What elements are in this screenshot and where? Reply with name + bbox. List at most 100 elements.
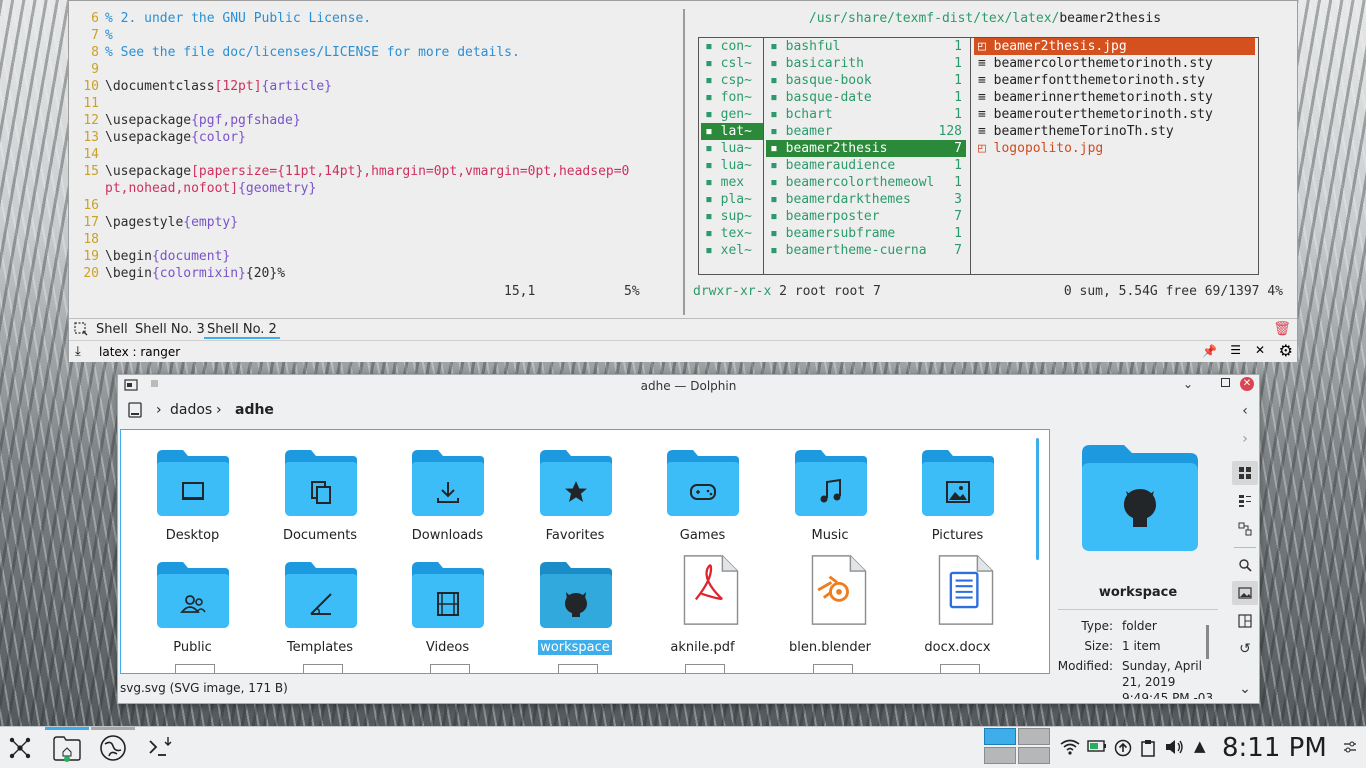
ranger-current-item[interactable]: ▪ beamer2thesis 7 — [766, 140, 966, 157]
ranger-parent-item[interactable]: ▪ gen~ — [701, 106, 763, 123]
compact-view-button[interactable] — [1232, 489, 1258, 513]
updates-icon[interactable] — [1114, 739, 1132, 761]
breadcrumb-dados[interactable]: dados — [170, 402, 212, 418]
split-view-icon[interactable] — [1232, 609, 1258, 633]
ranger-parent-item[interactable]: ▪ tex~ — [701, 225, 763, 242]
folder-item[interactable]: workspace — [512, 548, 639, 658]
close-tab-icon[interactable]: 🗑 — [1273, 321, 1291, 337]
ranger-preview-item[interactable]: ◰ beamer2thesis.jpg — [974, 38, 1255, 55]
ranger-preview-item[interactable]: ≡ beamerfontthemetorinoth.sty — [974, 72, 1255, 89]
file-item[interactable]: aknile.pdf — [639, 548, 766, 658]
ranger-current-item[interactable]: ▪ basque-date 1 — [766, 89, 966, 106]
file-item-partial[interactable] — [685, 664, 725, 673]
vim-line[interactable]: 18 — [69, 231, 669, 248]
clipboard-icon[interactable] — [1141, 739, 1155, 761]
vim-editor[interactable]: 6% 2. under the GNU Public License. 7% 8% … — [69, 10, 669, 282]
file-item-partial[interactable] — [175, 664, 215, 673]
folder-item[interactable]: Pictures — [894, 436, 1021, 546]
virtual-desktop-pager[interactable] — [984, 728, 1052, 766]
vim-line[interactable]: 20 \begin{colormixin}{20}% — [69, 265, 669, 282]
details-view-button[interactable] — [1232, 517, 1258, 541]
ranger-parent-column[interactable]: ▪ con~ ▪ csl~ ▪ csp~ ▪ fon~ ▪ gen~ ▪ lat~ ▪ lu… — [701, 38, 763, 259]
ranger-current-item[interactable]: ▪ beamer 128 — [766, 123, 966, 140]
vim-line[interactable]: 17 \pagestyle{empty} — [69, 214, 669, 231]
ranger-preview-item[interactable]: ≡ beamercolorthemetorinoth.sty — [974, 55, 1255, 72]
yakuake-terminal-window[interactable]: 6% 2. under the GNU Public License. 7% 8% … — [68, 0, 1298, 362]
close-window-icon[interactable]: ✕ — [1240, 377, 1254, 391]
ranger-parent-item[interactable]: ▪ csl~ — [701, 55, 763, 72]
tab-shell[interactable]: Shell — [96, 322, 128, 337]
vim-line[interactable]: 12 \usepackage{pgf,pgfshade} — [69, 112, 669, 129]
clock[interactable]: 8:11 PM — [1222, 733, 1327, 763]
tab-shell-no-3[interactable]: Shell No. 3 — [135, 322, 205, 337]
tray-expand-arrow-icon[interactable]: ▲ — [1194, 737, 1206, 755]
drive-icon[interactable] — [128, 402, 142, 422]
maximize-icon[interactable] — [1221, 378, 1230, 387]
vim-line[interactable]: 11 — [69, 95, 669, 112]
tmux-pane-divider[interactable] — [683, 9, 685, 315]
dolphin-titlebar[interactable]: adhe — Dolphin ⌄ ✕ — [118, 375, 1259, 397]
pin-icon[interactable]: 📌 — [1202, 344, 1217, 358]
ranger-parent-item[interactable]: ▪ lua~ — [701, 140, 763, 157]
ranger-file-manager[interactable]: /usr/share/texmf-dist/tex/latex/beamer2t… — [691, 1, 1291, 318]
forward-button[interactable]: › — [1232, 427, 1258, 451]
ranger-current-item[interactable]: ▪ beamertheme-cuerna 7 — [766, 242, 966, 259]
vim-line[interactable]: 9 — [69, 61, 669, 78]
desktop-4[interactable] — [1018, 747, 1050, 764]
panel-settings-icon[interactable] — [1342, 739, 1358, 759]
browser-globe-icon[interactable] — [97, 733, 129, 763]
dolphin-task-icon[interactable] — [51, 733, 83, 763]
ranger-parent-item[interactable]: ▪ con~ — [701, 38, 763, 55]
file-item-partial[interactable] — [940, 664, 980, 673]
vim-line[interactable]: 8 % See the file doc/licenses/LICENSE for… — [69, 44, 669, 61]
vim-line[interactable]: 14 — [69, 146, 669, 163]
folder-item[interactable]: Music — [767, 436, 894, 546]
vim-line[interactable]: 16 — [69, 197, 669, 214]
minimize-icon[interactable]: ⌄ — [1183, 377, 1193, 391]
ranger-parent-item[interactable]: ▪ mex — [701, 174, 763, 191]
file-item-partial[interactable] — [557, 664, 598, 673]
application-launcher-icon[interactable] — [4, 733, 36, 763]
ranger-current-item[interactable]: ▪ basque-book 1 — [766, 72, 966, 89]
ranger-preview-item[interactable]: ≡ beamerinnerthemetorinoth.sty — [974, 89, 1255, 106]
vertical-scrollbar[interactable] — [1036, 438, 1039, 560]
ranger-current-item[interactable]: ▪ bchart 1 — [766, 106, 966, 123]
ranger-preview-column[interactable]: ◰ beamer2thesis.jpg ≡ beamercolorthemetor… — [974, 38, 1255, 157]
desktop-3[interactable] — [984, 747, 1016, 764]
vim-line[interactable]: 13 \usepackage{color} — [69, 129, 669, 146]
desktop-1[interactable] — [984, 728, 1016, 745]
ranger-preview-item[interactable]: ◰ logopolito.jpg — [974, 140, 1255, 157]
ranger-parent-item[interactable]: ▪ lat~ — [701, 123, 763, 140]
file-item-partial[interactable] — [430, 664, 470, 673]
ranger-parent-item[interactable]: ▪ xel~ — [701, 242, 763, 259]
file-item[interactable]: docx.docx — [894, 548, 1021, 658]
ranger-current-column[interactable]: ▪ bashful 1 ▪ basicarith 1 ▪ basque-book 1 ▪ b… — [766, 38, 966, 259]
file-item-partial[interactable] — [812, 664, 853, 673]
ranger-current-item[interactable]: ▪ beamerdarkthemes 3 — [766, 191, 966, 208]
tab-shell-no-2[interactable]: Shell No. 2 — [204, 322, 280, 339]
vim-line[interactable]: 10 \documentclass[12pt]{article} — [69, 78, 669, 95]
ranger-current-item[interactable]: ▪ beamercolorthemeowl 1 — [766, 174, 966, 191]
more-chevron-down-icon[interactable]: ⌄ — [1232, 677, 1258, 701]
vim-line[interactable]: 6 % 2. under the GNU Public License. — [69, 10, 669, 27]
ranger-current-item[interactable]: ▪ beameraudience 1 — [766, 157, 966, 174]
ranger-parent-item[interactable]: ▪ sup~ — [701, 208, 763, 225]
folder-item[interactable]: Templates — [257, 548, 384, 658]
vim-line[interactable]: 15 \usepackage[papersize={11pt,14pt},hmar… — [69, 163, 669, 180]
battery-icon[interactable] — [1087, 739, 1107, 757]
terminal-task-icon[interactable] — [144, 733, 176, 763]
back-button[interactable]: ‹ — [1232, 399, 1258, 423]
volume-icon[interactable] — [1164, 739, 1184, 759]
folder-item[interactable]: Videos — [384, 548, 511, 658]
info-scrollbar[interactable] — [1206, 625, 1209, 659]
terminal-area[interactable]: 6% 2. under the GNU Public License. 7% 8% … — [69, 1, 1297, 318]
folder-item[interactable]: Desktop — [129, 436, 256, 546]
ranger-current-item[interactable]: ▪ beamerposter 7 — [766, 208, 966, 225]
preview-toggle-icon[interactable] — [1232, 581, 1258, 605]
ranger-current-item[interactable]: ▪ beamersubframe 1 — [766, 225, 966, 242]
folder-item[interactable]: Favorites — [512, 436, 639, 546]
icons-view-button[interactable] — [1232, 461, 1258, 485]
ranger-parent-item[interactable]: ▪ lua~ — [701, 157, 763, 174]
file-item-partial[interactable] — [302, 664, 343, 673]
ranger-parent-item[interactable]: ▪ fon~ — [701, 89, 763, 106]
